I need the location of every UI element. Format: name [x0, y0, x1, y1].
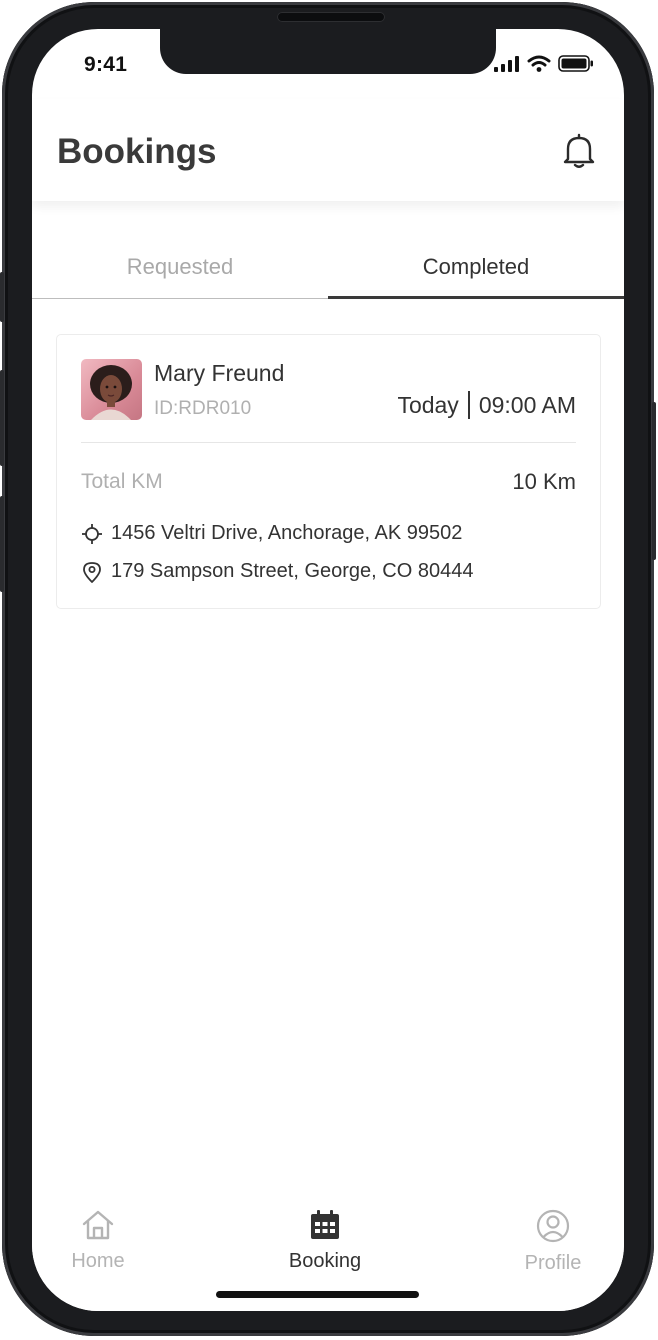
datetime-separator [467, 391, 470, 419]
home-indicator[interactable] [216, 1291, 419, 1298]
total-km-value: 10 Km [512, 469, 576, 494]
nav-booking[interactable]: Booking [265, 1209, 385, 1273]
map-pin-icon [83, 561, 101, 583]
wifi-icon [527, 55, 551, 72]
booking-day: Today [397, 391, 459, 418]
nav-profile-label: Profile [524, 1252, 582, 1274]
nav-home[interactable]: Home [38, 1209, 158, 1273]
mute-switch [0, 272, 4, 322]
booking-time: 09:00 AM [478, 391, 576, 418]
home-icon [82, 1210, 114, 1240]
app-header: Bookings [32, 99, 624, 201]
pickup-address-row: 1456 Veltri Drive, Anchorage, AK 99502 [81, 522, 462, 545]
status-icons [494, 55, 594, 72]
page-title: Bookings [57, 132, 217, 171]
total-km-label: Total KM [81, 470, 163, 493]
volume-down-button [0, 496, 4, 592]
earpiece-speaker [277, 12, 385, 22]
pickup-address: 1456 Veltri Drive, Anchorage, AK 99502 [111, 522, 463, 544]
booking-tabs: Requested Completed [32, 234, 624, 299]
phone-frame: 9:41 Bookings Requested Completed Mary F… [0, 2, 656, 1336]
drop-address: 179 Sampson Street, George, CO 80444 [111, 560, 474, 582]
nav-booking-label: Booking [288, 1250, 362, 1272]
active-tab-indicator [328, 296, 624, 299]
tab-completed[interactable]: Completed [328, 254, 624, 280]
nav-home-label: Home [71, 1250, 125, 1272]
status-time: 9:41 [84, 53, 128, 76]
tab-requested[interactable]: Requested [32, 254, 328, 280]
drop-address-row: 179 Sampson Street, George, CO 80444 [81, 560, 473, 583]
power-button [652, 402, 656, 560]
crosshair-icon [82, 523, 102, 544]
bell-icon [563, 133, 595, 168]
calendar-icon [311, 1210, 339, 1239]
booking-datetime: Today 09:00 AM [397, 391, 576, 419]
user-circle-icon [536, 1209, 570, 1243]
cellular-signal-icon [494, 55, 519, 72]
rider-avatar-image [90, 365, 132, 420]
notification-button[interactable] [562, 133, 596, 169]
battery-icon [558, 55, 593, 72]
avatar [81, 359, 142, 420]
rider-name: Mary Freund [154, 360, 285, 386]
card-divider [81, 442, 576, 443]
nav-profile[interactable]: Profile [493, 1209, 613, 1275]
notch [160, 29, 496, 74]
rider-id: ID:RDR010 [154, 398, 252, 419]
volume-up-button [0, 370, 4, 466]
screen: 9:41 Bookings Requested Completed Mary F… [32, 29, 624, 1311]
booking-card[interactable]: Mary Freund ID:RDR010 Today 09:00 AM Tot… [56, 334, 601, 609]
